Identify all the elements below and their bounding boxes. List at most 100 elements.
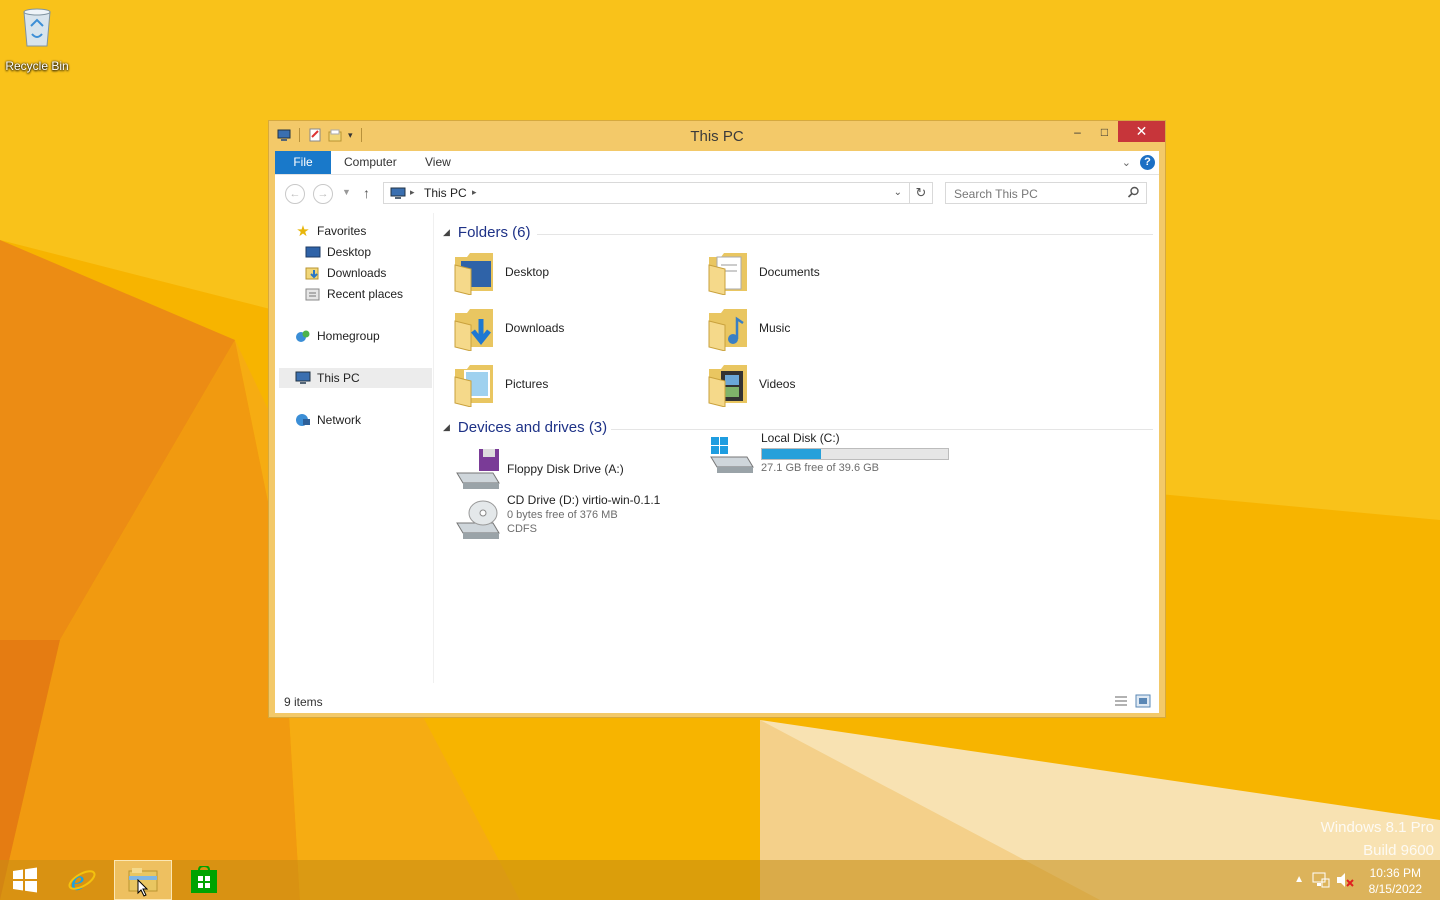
drive-item-local-disk[interactable]: Local Disk (C:) 27.1 GB free of 39.6 GB	[707, 431, 949, 479]
nav-item-recent-places[interactable]: Recent places	[305, 284, 403, 304]
homegroup-icon	[295, 329, 311, 343]
drive-item-floppy[interactable]: Floppy Disk Drive (A:)	[453, 445, 624, 493]
taskbar-store[interactable]	[176, 860, 232, 900]
nav-item-downloads[interactable]: Downloads	[305, 263, 386, 283]
computer-icon	[390, 187, 406, 199]
drive-item-cd[interactable]: CD Drive (D:) virtio-win-0.1.1 0 bytes f…	[453, 493, 660, 541]
mouse-cursor-icon	[137, 879, 149, 897]
large-icons-view-icon[interactable]	[1135, 694, 1151, 708]
downloads-icon	[305, 266, 321, 280]
nav-item-favorites[interactable]: ★ Favorites	[295, 221, 366, 241]
disk-usage-fill	[762, 449, 821, 459]
folder-item-desktop[interactable]: Desktop	[453, 247, 693, 297]
drive-name: Floppy Disk Drive (A:)	[507, 462, 624, 476]
windows-watermark: Windows 8.1 Pro Build 9600	[1321, 816, 1434, 862]
status-bar: 9 items	[275, 689, 1159, 713]
window-title: This PC	[690, 128, 744, 145]
maximize-button[interactable]: □	[1091, 121, 1118, 142]
explorer-window: ▾ This PC – □ ✕ File Computer View ⌄ ? ←…	[268, 120, 1166, 718]
nav-item-desktop[interactable]: Desktop	[305, 242, 371, 262]
folder-item-documents[interactable]: Documents	[707, 247, 947, 297]
taskbar: e ▲ 10:36 PM 8/15/2022	[0, 860, 1440, 900]
group-title: Folders (6)	[457, 224, 531, 241]
recent-locations-icon[interactable]: ▼	[342, 187, 351, 197]
clock-date: 8/15/2022	[1368, 882, 1422, 896]
collapse-triangle-icon[interactable]: ◢	[443, 227, 450, 238]
nav-item-label: Downloads	[327, 266, 387, 280]
internet-explorer-icon: e	[68, 865, 96, 895]
cd-drive-icon	[456, 500, 500, 539]
folder-name: Music	[759, 321, 791, 335]
folder-item-videos[interactable]: Videos	[707, 359, 947, 409]
nav-item-homegroup[interactable]: Homegroup	[295, 326, 380, 346]
details-view-icon[interactable]	[1113, 694, 1129, 708]
tab-file[interactable]: File	[275, 151, 331, 174]
store-icon	[191, 866, 217, 893]
title-bar[interactable]: ▾ This PC – □ ✕	[269, 121, 1165, 151]
taskbar-internet-explorer[interactable]: e	[54, 860, 110, 900]
tab-view[interactable]: View	[425, 151, 451, 174]
nav-item-label: Homegroup	[317, 329, 380, 343]
taskbar-file-explorer[interactable]	[114, 860, 172, 900]
clock-time: 10:36 PM	[1369, 866, 1421, 880]
folder-name: Desktop	[505, 265, 550, 279]
disk-usage-bar	[761, 448, 949, 460]
refresh-button[interactable]: ↻	[909, 182, 933, 204]
group-divider	[537, 234, 1153, 235]
drive-free-space: 27.1 GB free of 39.6 GB	[761, 462, 880, 474]
search-box[interactable]	[945, 182, 1147, 204]
floppy-drive-icon	[456, 449, 500, 489]
back-button[interactable]: ←	[285, 184, 305, 204]
expand-ribbon-icon[interactable]: ⌄	[1122, 156, 1131, 169]
search-icon[interactable]	[1127, 186, 1140, 199]
nav-item-label: Favorites	[317, 224, 367, 238]
forward-button[interactable]: →	[313, 184, 333, 204]
help-icon[interactable]: ?	[1140, 155, 1155, 170]
nav-item-network[interactable]: Network	[295, 410, 361, 430]
music-folder-icon	[708, 309, 747, 351]
drive-name: CD Drive (D:) virtio-win-0.1.1	[507, 493, 661, 507]
navigation-pane: ★ Favorites Desktop Downloads Recent pla…	[275, 213, 434, 683]
ribbon-tabs: File Computer View ⌄ ?	[275, 151, 1159, 175]
group-title: Devices and drives (3)	[457, 419, 608, 436]
volume-muted-icon[interactable]	[1336, 872, 1354, 888]
search-input[interactable]	[952, 184, 1126, 204]
start-button[interactable]	[0, 860, 50, 900]
nav-item-label: Desktop	[327, 245, 372, 259]
show-hidden-icons-icon[interactable]: ▲	[1294, 874, 1304, 885]
folder-item-downloads[interactable]: Downloads	[453, 303, 693, 353]
group-header-folders[interactable]: ◢ Folders (6)	[443, 224, 1153, 241]
folder-name: Downloads	[505, 321, 565, 335]
up-button[interactable]: ↑	[363, 185, 370, 201]
videos-folder-icon	[708, 365, 747, 407]
folder-name: Videos	[759, 377, 796, 391]
nav-item-label: This PC	[317, 371, 360, 385]
minimize-button[interactable]: –	[1064, 121, 1091, 142]
breadcrumb-arrow-icon[interactable]: ▸	[472, 187, 477, 198]
content-pane: ◢ Folders (6) Desktop Documents Download…	[437, 213, 1157, 683]
taskbar-clock[interactable]: 10:36 PM 8/15/2022	[1369, 865, 1422, 897]
nav-item-label: Recent places	[327, 287, 404, 301]
folder-name: Documents	[759, 265, 820, 279]
nav-item-this-pc[interactable]: This PC	[279, 368, 432, 388]
address-dropdown-icon[interactable]: ⌄	[894, 187, 902, 198]
collapse-triangle-icon[interactable]: ◢	[443, 422, 450, 433]
drive-filesystem: CDFS	[507, 523, 537, 535]
recycle-bin-label: Recycle Bin	[5, 59, 69, 73]
recycle-bin-desktop-icon[interactable]: Recycle Bin	[4, 6, 70, 73]
navigation-bar: ← → ▼ ↑ ▸ This PC ▸ ⌄ ↻	[275, 175, 1159, 213]
close-button[interactable]: ✕	[1118, 121, 1165, 142]
network-icon	[295, 413, 311, 427]
documents-folder-icon	[708, 253, 747, 295]
folder-item-music[interactable]: Music	[707, 303, 947, 353]
drive-free-space: 0 bytes free of 376 MB	[507, 509, 618, 521]
tab-computer[interactable]: Computer	[344, 151, 397, 174]
breadcrumb-arrow-icon[interactable]: ▸	[410, 187, 415, 198]
computer-icon	[295, 371, 311, 385]
address-bar[interactable]: ▸ This PC ▸ ⌄	[383, 182, 933, 204]
watermark-build: Build 9600	[1363, 842, 1434, 859]
breadcrumb-this-pc[interactable]: This PC	[424, 186, 467, 200]
network-status-icon[interactable]	[1312, 872, 1330, 888]
item-count: 9 items	[284, 695, 323, 709]
folder-item-pictures[interactable]: Pictures	[453, 359, 693, 409]
